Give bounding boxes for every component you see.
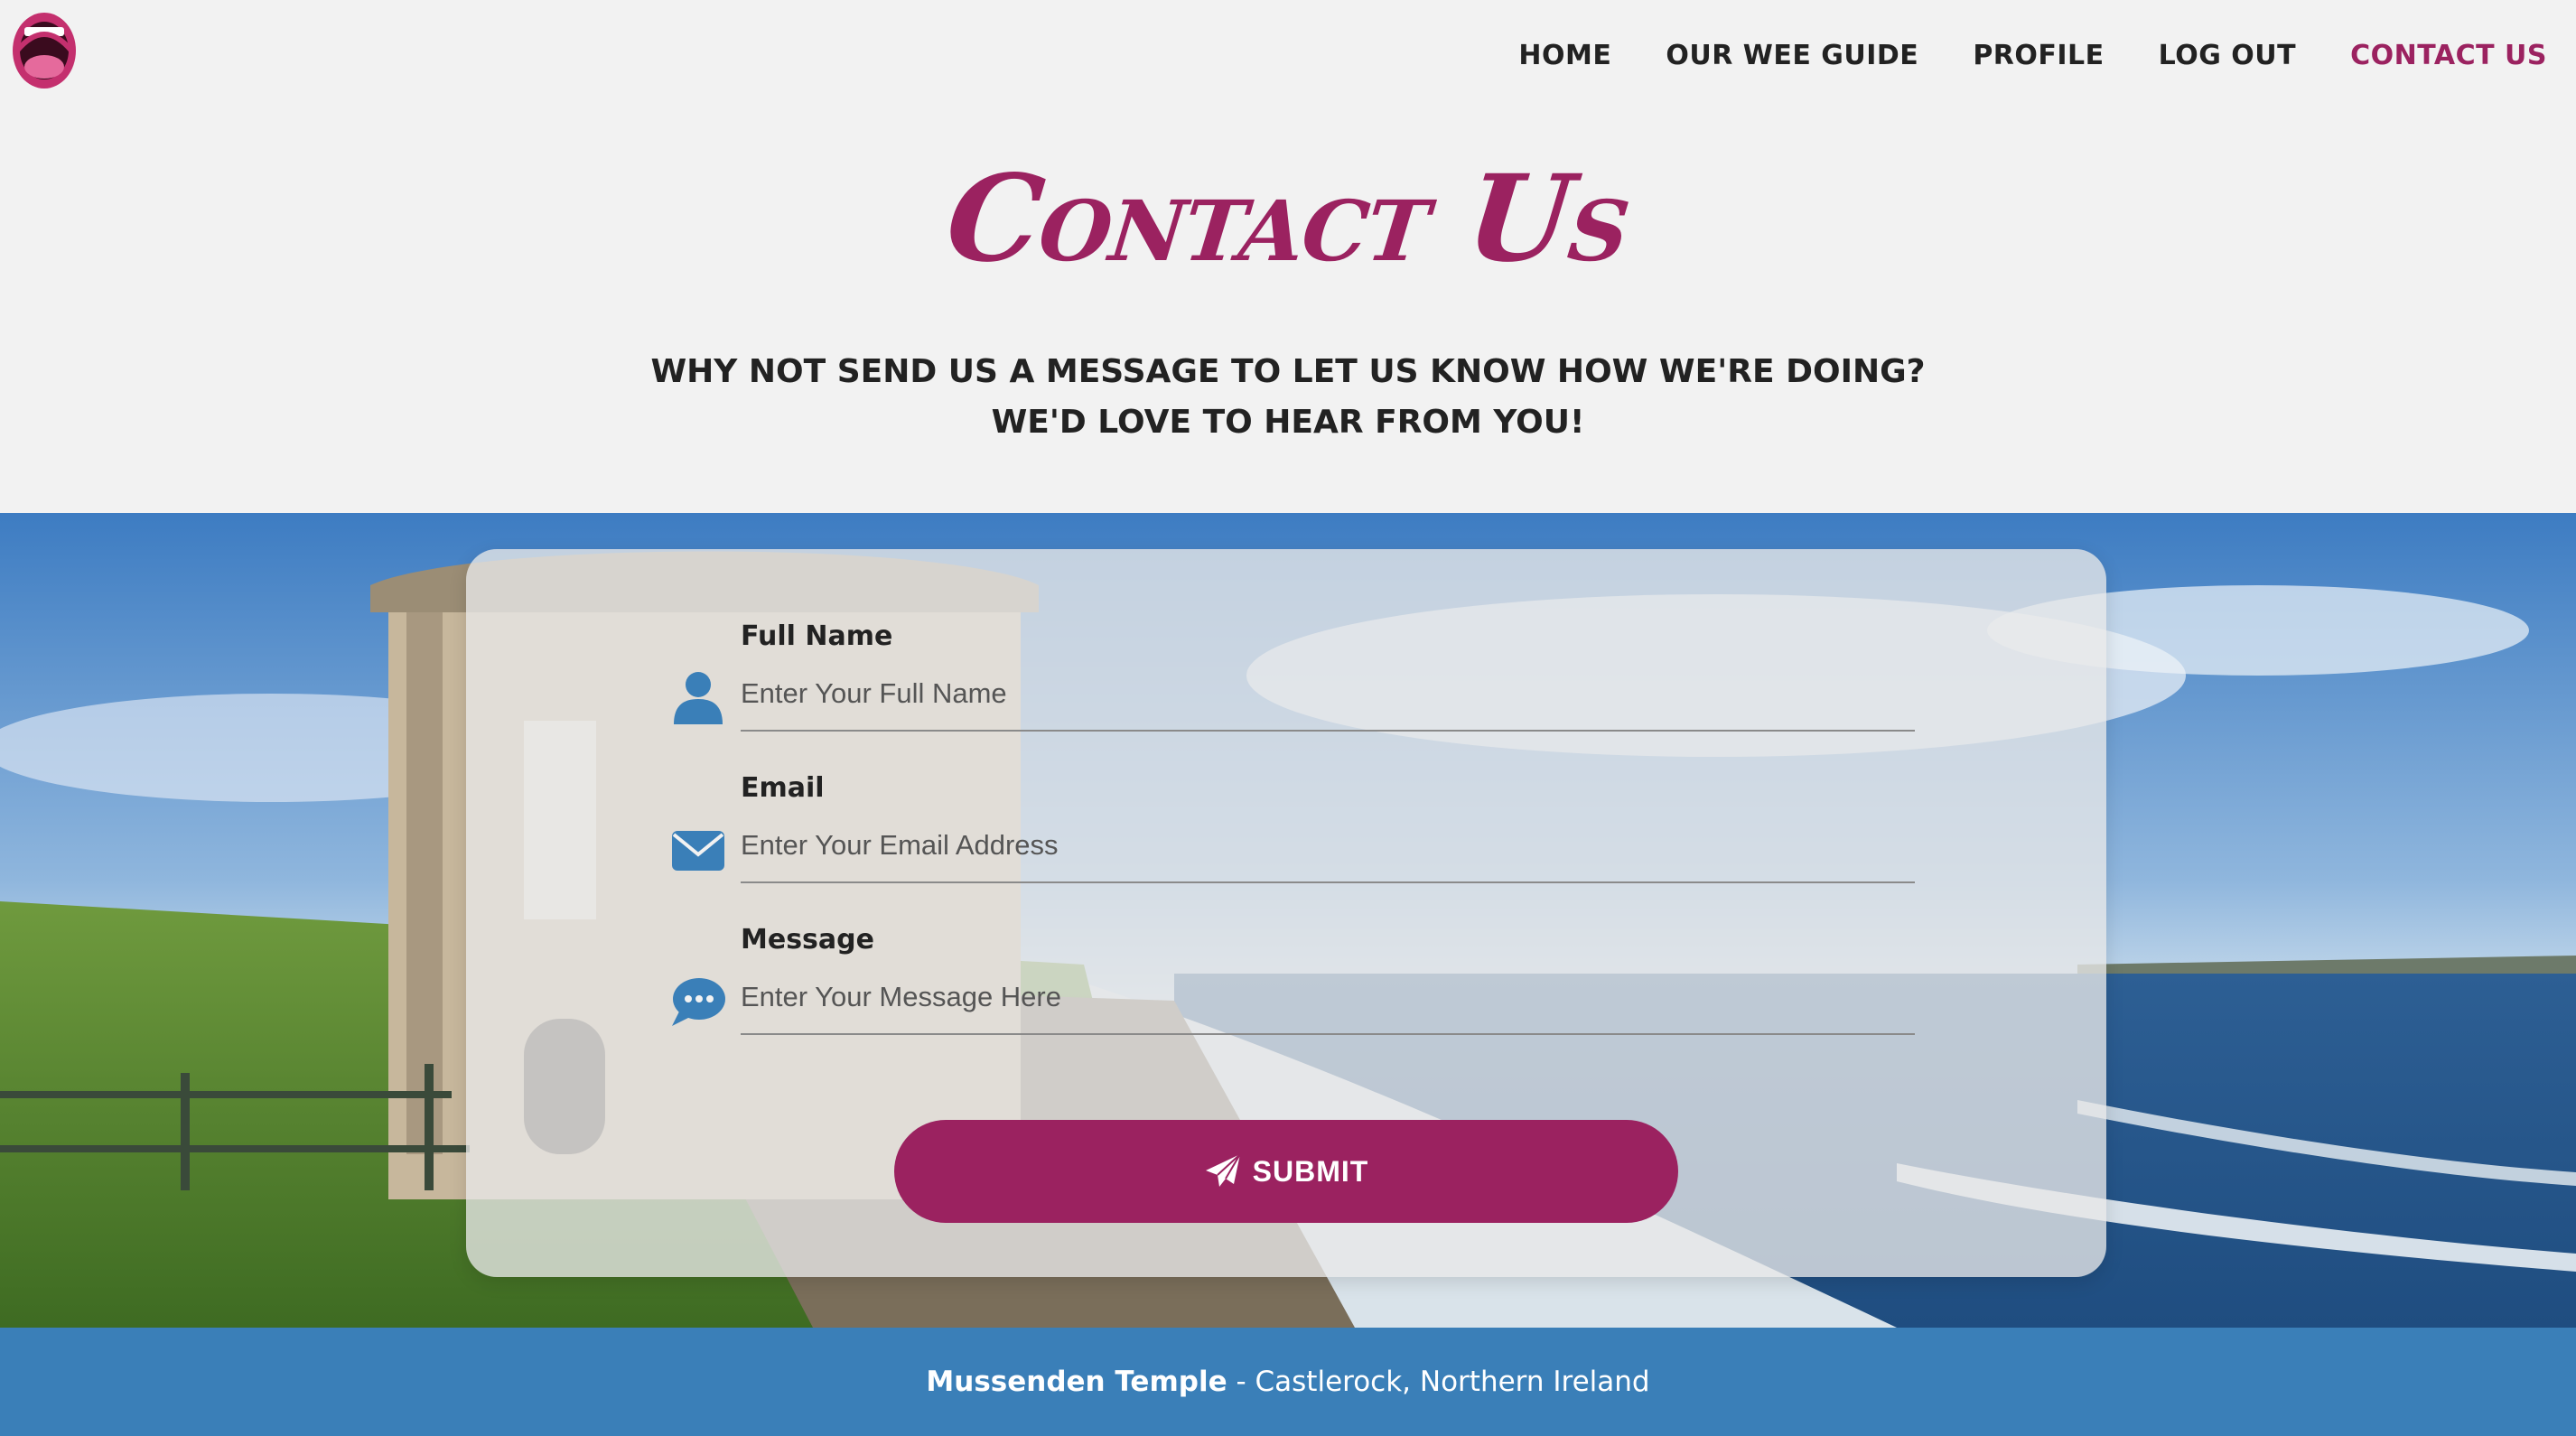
nav-log-out[interactable]: LOG OUT xyxy=(2159,36,2296,75)
envelope-icon xyxy=(672,831,724,871)
email-field: Email xyxy=(672,771,1915,883)
subtitle-line-2: WE'D LOVE TO HEAR FROM YOU! xyxy=(991,404,1585,441)
email-input[interactable] xyxy=(741,818,1915,872)
speech-bubble-icon xyxy=(672,978,725,1026)
message-input[interactable] xyxy=(741,970,1915,1024)
nav-our-wee-guide[interactable]: OUR WEE GUIDE xyxy=(1666,36,1918,75)
page-title: Contact Us xyxy=(940,149,1636,289)
page-subtitle: WHY NOT SEND US A MESSAGE TO LET US KNOW… xyxy=(0,347,2576,448)
contact-form: Full Name Email xyxy=(466,549,2106,1277)
paper-plane-icon xyxy=(1205,1153,1241,1187)
caption-place-name: Mussenden Temple xyxy=(926,1366,1227,1398)
full-name-field: Full Name xyxy=(674,620,1915,732)
message-label: Message xyxy=(741,924,874,956)
main-nav: HOME OUR WEE GUIDE PROFILE LOG OUT CONTA… xyxy=(1518,36,2547,75)
full-name-input[interactable] xyxy=(741,667,1915,721)
subtitle-line-1: WHY NOT SEND US A MESSAGE TO LET US KNOW… xyxy=(650,353,1926,390)
nav-contact-us[interactable]: CONTACT US xyxy=(2350,36,2547,75)
email-label: Email xyxy=(741,772,825,804)
submit-button[interactable]: SUBMIT xyxy=(894,1120,1678,1223)
image-caption-footer: Mussenden Temple - Castlerock, Northern … xyxy=(0,1328,2576,1436)
caption-location: Castlerock, Northern Ireland xyxy=(1255,1366,1650,1398)
caption-separator: - xyxy=(1227,1366,1255,1398)
open-mouth-logo-icon[interactable] xyxy=(11,11,78,90)
hero-section: Full Name Email xyxy=(0,513,2576,1328)
nav-profile[interactable]: PROFILE xyxy=(1973,36,2104,75)
user-icon xyxy=(674,672,723,724)
contact-page: HOME OUR WEE GUIDE PROFILE LOG OUT CONTA… xyxy=(0,0,2576,1436)
message-field: Message xyxy=(672,923,1915,1035)
submit-label: SUBMIT xyxy=(1252,1154,1369,1188)
full-name-label: Full Name xyxy=(741,620,893,652)
nav-home[interactable]: HOME xyxy=(1518,36,1611,75)
